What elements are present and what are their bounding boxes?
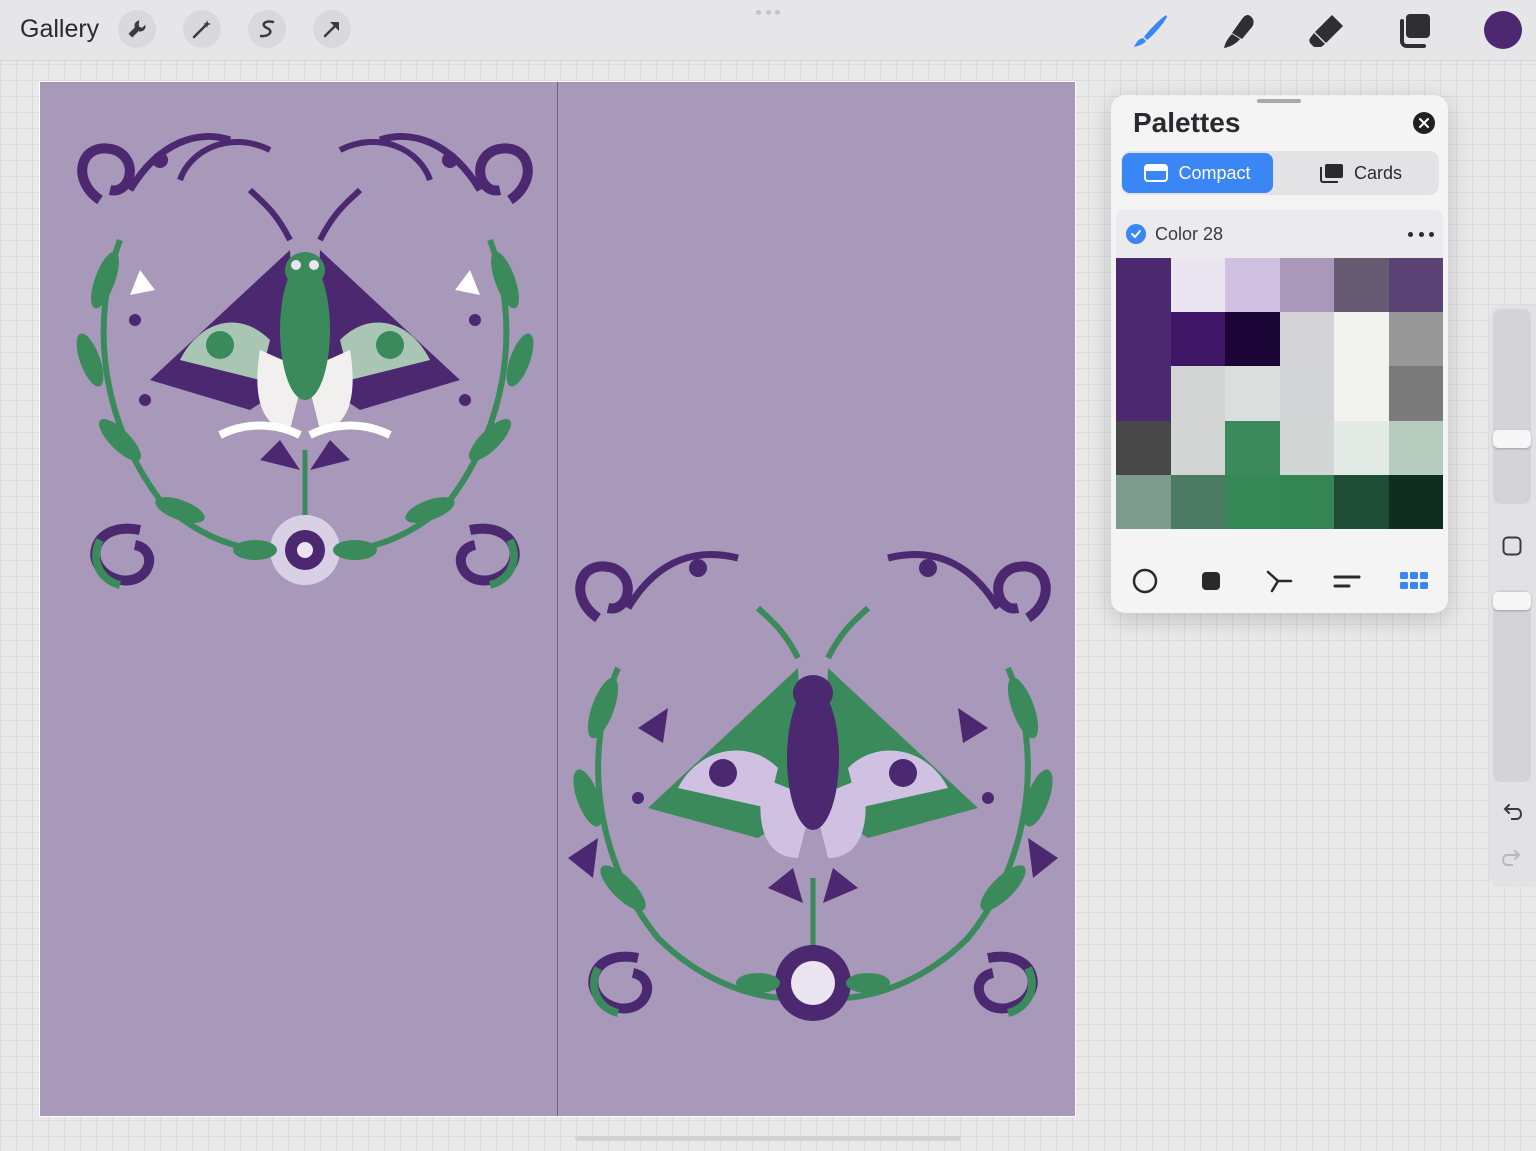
layers-button[interactable]	[1392, 10, 1436, 52]
color-swatch[interactable]	[1334, 366, 1389, 421]
drawing-canvas[interactable]	[39, 81, 1076, 1117]
opacity-thumb[interactable]	[1493, 592, 1531, 610]
view-mode-segmented-control: Compact Cards	[1121, 151, 1439, 195]
color-swatch[interactable]	[1225, 474, 1280, 529]
transform-arrow-icon	[323, 22, 339, 38]
color-swatch[interactable]	[1334, 258, 1389, 313]
swatch-grid	[1116, 258, 1443, 529]
disc-mode-button[interactable]	[1127, 563, 1163, 599]
palettes-panel: Palettes Compact Cards Color 28	[1111, 95, 1448, 613]
brush-icon	[1134, 15, 1167, 47]
actions-button[interactable]	[118, 10, 156, 48]
transform-button[interactable]	[313, 10, 351, 48]
close-button[interactable]	[1413, 112, 1435, 134]
panel-grabber[interactable]	[1257, 99, 1301, 103]
color-swatch[interactable]	[1279, 258, 1334, 313]
color-swatch[interactable]	[1225, 258, 1280, 313]
checkmark-icon	[1131, 230, 1141, 238]
moth-floral-artwork-top	[76, 133, 534, 589]
tab-cards-label: Cards	[1353, 162, 1402, 183]
palette-grid-icon	[1400, 572, 1428, 589]
modify-button[interactable]	[1502, 536, 1522, 556]
undo-button[interactable]	[1499, 799, 1525, 825]
color-swatch[interactable]	[1225, 366, 1280, 421]
more-dot-icon	[1418, 231, 1424, 237]
gallery-button[interactable]: Gallery	[20, 15, 99, 44]
tab-compact-label: Compact	[1178, 162, 1251, 183]
palette-more-button[interactable]	[1408, 224, 1434, 244]
color-swatch[interactable]	[1116, 420, 1171, 475]
more-dot-icon	[1429, 231, 1434, 237]
window-grabber[interactable]	[756, 10, 780, 16]
color-swatch[interactable]	[1279, 366, 1334, 421]
disc-icon	[1132, 568, 1158, 594]
brush-size-slider[interactable]	[1493, 309, 1531, 504]
color-swatch[interactable]	[1170, 312, 1225, 367]
opacity-slider[interactable]	[1493, 590, 1531, 782]
color-swatch[interactable]	[1170, 258, 1225, 313]
classic-mode-button[interactable]	[1193, 563, 1229, 599]
color-swatch[interactable]	[1334, 312, 1389, 367]
square-outline-icon	[1502, 536, 1522, 556]
tab-cards[interactable]: Cards	[1283, 153, 1437, 193]
color-swatch[interactable]	[1225, 312, 1280, 367]
color-swatch[interactable]	[1334, 474, 1389, 529]
panel-title: Palettes	[1133, 107, 1241, 138]
paint-tool-button[interactable]	[1128, 10, 1172, 52]
color-swatch[interactable]	[1388, 420, 1443, 475]
eraser-tool-button[interactable]	[1304, 10, 1348, 52]
top-toolbar: Gallery	[0, 0, 1536, 61]
color-swatch[interactable]	[1116, 258, 1171, 421]
color-swatch[interactable]	[1170, 420, 1225, 475]
compact-icon	[1144, 164, 1169, 182]
layers-icon	[1400, 14, 1430, 48]
palette-header: Color 28	[1116, 210, 1443, 258]
tab-compact[interactable]: Compact	[1122, 153, 1273, 193]
undo-icon	[1503, 804, 1523, 820]
moth-floral-artwork-bottom	[568, 551, 1058, 1021]
default-palette-check[interactable]	[1126, 224, 1146, 244]
classic-square-icon	[1202, 572, 1220, 590]
color-mode-bar	[1111, 563, 1448, 599]
palettes-mode-button[interactable]	[1396, 563, 1432, 599]
color-swatch[interactable]	[1279, 474, 1334, 529]
home-indicator	[575, 1136, 961, 1141]
selection-button[interactable]	[248, 10, 286, 48]
color-swatch[interactable]	[1170, 366, 1225, 421]
redo-icon	[1501, 850, 1521, 866]
color-swatch[interactable]	[1279, 420, 1334, 475]
color-swatch[interactable]	[1388, 312, 1443, 367]
smudge-tool-button[interactable]	[1216, 10, 1260, 52]
palette-name[interactable]: Color 28	[1155, 224, 1223, 245]
redo-button[interactable]	[1499, 845, 1525, 871]
harmony-mode-button[interactable]	[1261, 563, 1297, 599]
adjustments-button[interactable]	[183, 10, 221, 48]
close-icon	[1419, 118, 1429, 128]
color-swatch[interactable]	[1334, 420, 1389, 475]
cards-icon	[1319, 164, 1343, 183]
selection-icon	[259, 20, 275, 38]
color-swatch[interactable]	[1388, 474, 1443, 529]
value-sliders-icon	[1333, 575, 1361, 588]
harmony-icon	[1266, 570, 1293, 593]
more-dot-icon	[1408, 231, 1413, 237]
magic-wand-icon	[192, 20, 211, 39]
wrench-icon	[128, 20, 146, 38]
color-swatch[interactable]	[1116, 474, 1171, 529]
color-swatch[interactable]	[1279, 312, 1334, 367]
color-swatch[interactable]	[1225, 420, 1280, 475]
current-color-button[interactable]	[1484, 11, 1522, 49]
brush-size-thumb[interactable]	[1493, 430, 1531, 448]
color-swatch[interactable]	[1388, 366, 1443, 421]
side-toolbar	[1489, 305, 1536, 887]
smudge-icon	[1224, 15, 1254, 48]
color-swatch[interactable]	[1170, 474, 1225, 529]
color-swatch[interactable]	[1388, 258, 1443, 313]
eraser-icon	[1309, 15, 1343, 47]
value-mode-button[interactable]	[1329, 563, 1365, 599]
